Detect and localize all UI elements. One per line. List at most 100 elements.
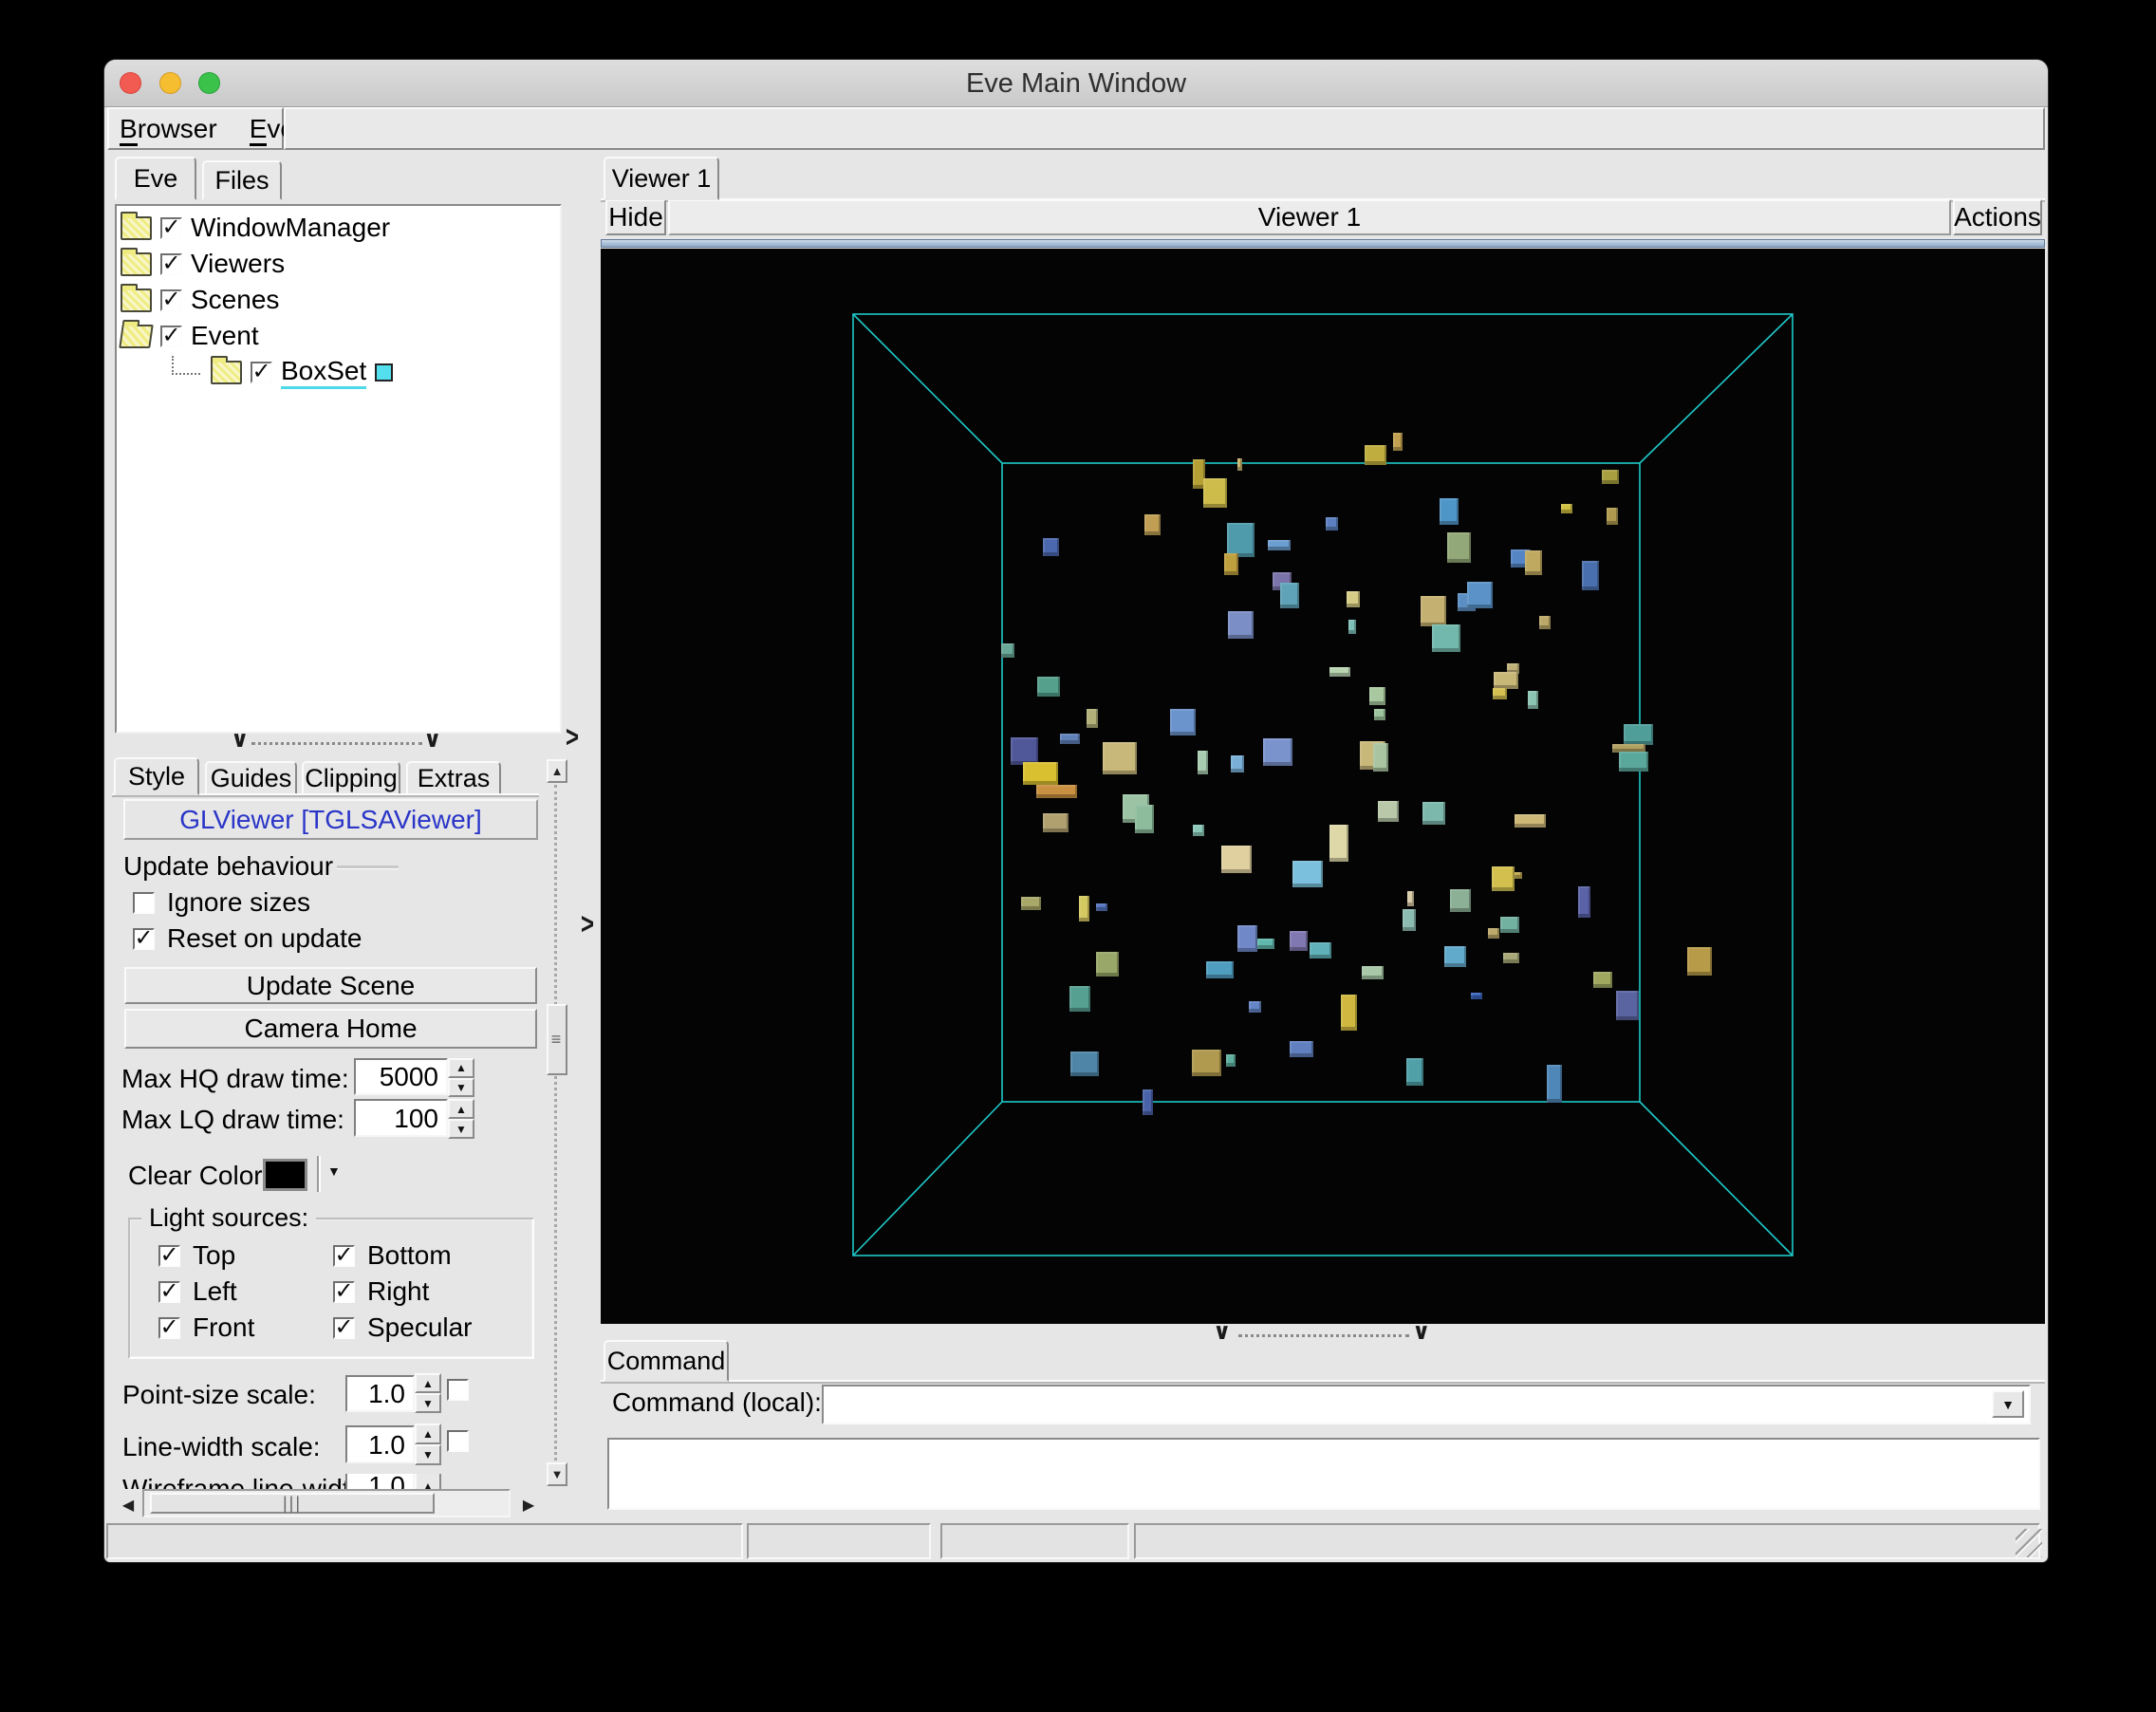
light-top-checkbox[interactable]: ✓ Top — [158, 1240, 235, 1271]
scene-box[interactable] — [1326, 517, 1338, 530]
spin-up-icon[interactable]: ▲ — [448, 1099, 474, 1119]
scene-box[interactable] — [1616, 991, 1639, 1020]
scene-box[interactable] — [1079, 896, 1089, 921]
color-swatch[interactable] — [375, 363, 394, 381]
checkbox-icon[interactable]: ✓ — [333, 1316, 355, 1339]
scene-box[interactable] — [1263, 738, 1292, 766]
tree-splitter-dots[interactable] — [251, 742, 422, 745]
scene-box[interactable] — [1143, 1089, 1153, 1115]
scene-box[interactable] — [1221, 846, 1252, 873]
sash-arrow-icon[interactable]: > — [566, 723, 579, 753]
scene-box[interactable] — [1607, 508, 1618, 525]
checkbox-icon[interactable]: ✓ — [333, 1280, 355, 1303]
splitter-chevron-icon[interactable]: ∨ — [1213, 1321, 1232, 1344]
scene-box[interactable] — [1087, 709, 1098, 728]
checkbox-icon[interactable]: ✓ — [158, 1316, 180, 1339]
scene-box[interactable] — [1021, 897, 1041, 910]
scene-box[interactable] — [1043, 538, 1059, 556]
checkbox-icon[interactable]: ✓ — [158, 1244, 180, 1267]
actions-button[interactable]: Actions — [1953, 199, 2042, 235]
dock-handle[interactable] — [601, 239, 2045, 248]
checkbox-icon[interactable]: ✓ — [133, 927, 155, 950]
tree-item-label[interactable]: WindowManager — [191, 213, 390, 243]
scene-box[interactable] — [1393, 433, 1403, 451]
scene-box[interactable] — [1471, 993, 1482, 999]
hide-button[interactable]: Hide — [605, 199, 666, 235]
spin-up-icon[interactable]: ▲ — [415, 1373, 441, 1393]
checkbox-icon[interactable]: ✓ — [158, 1280, 180, 1303]
line-width-stepper[interactable]: ▲ ▼ — [415, 1424, 441, 1465]
wireframe-stepper[interactable]: ▲ — [415, 1474, 441, 1489]
scene-box[interactable] — [1378, 801, 1399, 822]
scene-box[interactable] — [1043, 813, 1069, 832]
scroll-left-button[interactable]: ◀ — [118, 1494, 139, 1517]
tree-checkbox[interactable]: ✓ — [160, 252, 182, 275]
scene-box[interactable] — [1503, 953, 1519, 963]
scene-box[interactable] — [1450, 889, 1471, 912]
scene-box[interactable] — [1528, 691, 1538, 709]
scene-box[interactable] — [1687, 947, 1712, 976]
point-size-stepper[interactable]: ▲ ▼ — [415, 1373, 441, 1413]
tree-checkbox[interactable]: ✓ — [251, 361, 272, 383]
tree-item-label[interactable]: Event — [191, 321, 259, 351]
scene-box[interactable] — [1348, 620, 1356, 634]
scene-box[interactable] — [1619, 752, 1648, 772]
spin-up-icon[interactable]: ▲ — [415, 1424, 441, 1444]
scene-box[interactable] — [1365, 445, 1386, 465]
scene-box[interactable] — [1135, 805, 1154, 833]
scene-box[interactable] — [1226, 1054, 1236, 1067]
scene-box[interactable] — [1515, 814, 1546, 828]
scroll-up-button[interactable]: ▲ — [547, 759, 567, 783]
scene-box[interactable] — [1602, 470, 1619, 484]
scene-box[interactable] — [1096, 903, 1107, 911]
tree-item-scenes[interactable]: ✓ Scenes — [121, 282, 279, 318]
scene-box[interactable] — [1144, 514, 1161, 535]
scene-box[interactable] — [1227, 523, 1255, 557]
scene-box[interactable] — [1561, 504, 1572, 513]
wireframe-field[interactable]: 1.0 — [345, 1474, 415, 1489]
tab-style[interactable]: Style — [114, 757, 199, 795]
scene-box[interactable] — [1444, 946, 1466, 967]
scene-box[interactable] — [1228, 611, 1254, 639]
scene-box[interactable] — [1237, 925, 1257, 952]
scene-box[interactable] — [1257, 939, 1274, 949]
point-size-field[interactable]: 1.0 — [345, 1375, 415, 1412]
scene-box[interactable] — [1500, 917, 1519, 933]
scene-box[interactable] — [1547, 1065, 1562, 1103]
max-hq-stepper[interactable]: ▲ ▼ — [448, 1058, 474, 1097]
scene-box[interactable] — [1206, 961, 1234, 978]
scene-box[interactable] — [1103, 742, 1137, 774]
scene-box[interactable] — [1421, 596, 1446, 626]
spin-up-icon[interactable]: ▲ — [415, 1474, 441, 1489]
max-lq-stepper[interactable]: ▲ ▼ — [448, 1099, 474, 1139]
scene-box[interactable] — [1069, 986, 1090, 1012]
scene-box[interactable] — [1369, 687, 1385, 705]
scene-box[interactable] — [1023, 762, 1058, 785]
command-input[interactable]: ▼ — [822, 1385, 2031, 1424]
gl-viewport[interactable] — [601, 249, 2045, 1324]
scene-box[interactable] — [1403, 909, 1416, 931]
tab-extras[interactable]: Extras — [406, 761, 501, 795]
scene-box[interactable] — [1280, 583, 1299, 608]
scene-box[interactable] — [1329, 667, 1350, 677]
command-dropdown-icon[interactable]: ▼ — [1992, 1390, 2024, 1418]
spin-up-icon[interactable]: ▲ — [448, 1058, 474, 1078]
scene-box[interactable] — [1170, 709, 1196, 735]
splitter-chevron-icon[interactable]: ∨ — [1412, 1321, 1431, 1344]
glviewer-button[interactable]: GLViewer [TGLSAViewer] — [123, 799, 538, 840]
scene-box[interactable] — [1407, 891, 1414, 906]
tree-item-label[interactable]: Scenes — [191, 285, 279, 315]
clear-color-dropdown-icon[interactable]: ▼ — [327, 1163, 341, 1179]
scene-box[interactable] — [1070, 1051, 1099, 1076]
tab-eve[interactable]: Eve — [115, 157, 196, 200]
tree-item-event[interactable]: ✓ Event — [119, 318, 259, 354]
menu-item-browser[interactable]: Browser — [120, 113, 217, 146]
tree-checkbox[interactable]: ✓ — [160, 288, 182, 311]
tree-item-viewers[interactable]: ✓ Viewers — [121, 246, 285, 282]
scene-box[interactable] — [1290, 1041, 1313, 1057]
scene-box[interactable] — [1036, 785, 1077, 798]
tree-item-boxset[interactable]: ✓ BoxSet — [164, 354, 394, 390]
scene-box[interactable] — [1292, 861, 1323, 887]
scene-box[interactable] — [1329, 825, 1348, 862]
spin-down-icon[interactable]: ▼ — [415, 1444, 441, 1465]
